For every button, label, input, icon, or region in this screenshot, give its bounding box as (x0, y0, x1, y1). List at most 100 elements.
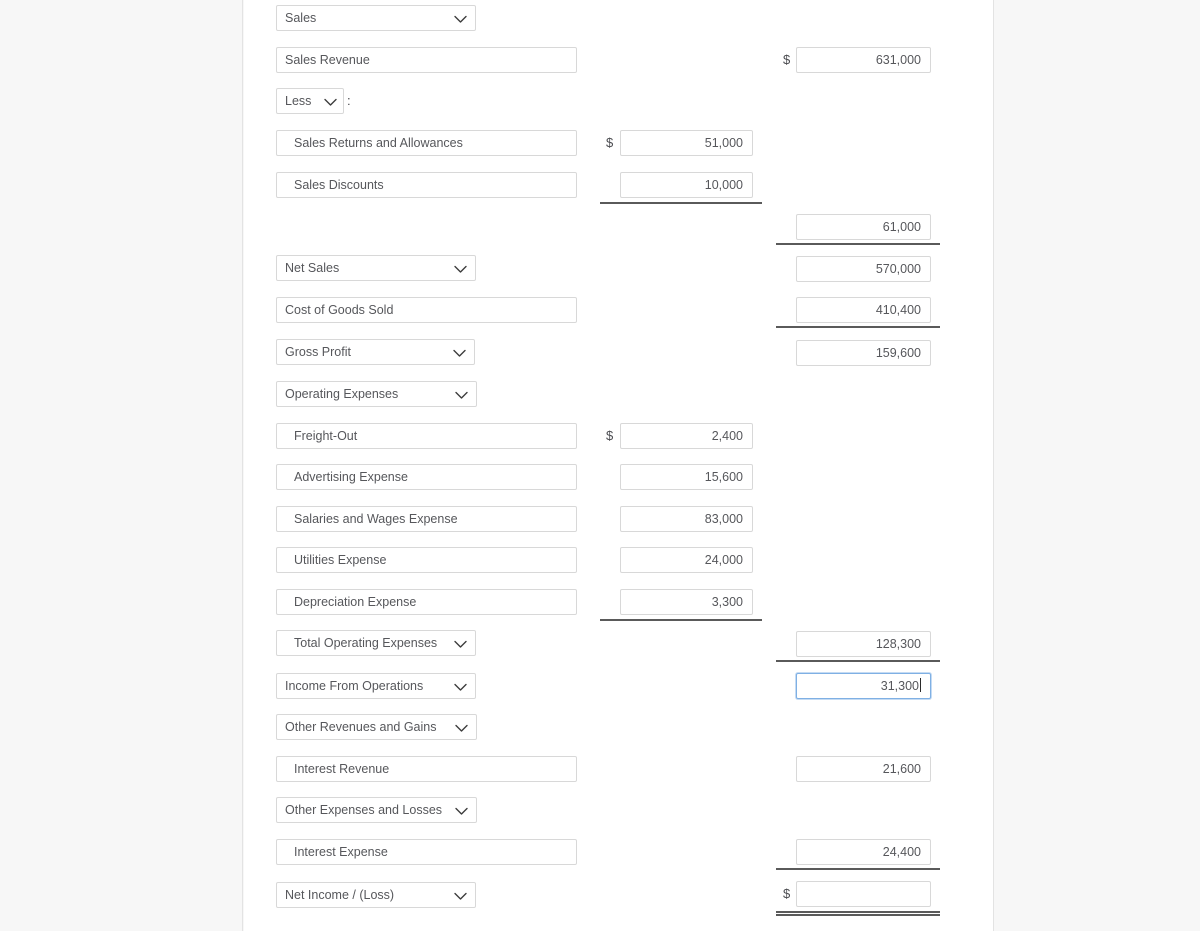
account-advertising-expense[interactable]: Advertising Expense (276, 464, 577, 490)
amount-sales-revenue-value: 631,000 (875, 53, 921, 67)
text-cursor (920, 678, 921, 692)
amount-income-from-operations[interactable]: 31,300 (796, 673, 931, 699)
account-depreciation-expense[interactable]: Depreciation Expense (276, 589, 577, 615)
account-cost-of-goods-sold[interactable]: Cost of Goods Sold (276, 297, 577, 323)
amount-cost-of-goods-sold[interactable]: 410,400 (796, 297, 931, 323)
select-sales-header[interactable]: Sales (276, 5, 476, 31)
chevron-down-icon (454, 798, 468, 822)
select-operating-expenses[interactable]: Operating Expenses (276, 381, 477, 407)
amount-total-sales-deductions-value: 61,000 (882, 220, 921, 234)
worksheet-panel: Sales Sales Revenue $ 631,000 Less : Sal… (244, 0, 993, 931)
subtotal-rule-gross-profit (776, 326, 940, 328)
select-gross-profit[interactable]: Gross Profit (276, 339, 475, 365)
amount-gross-profit-value: 159,600 (875, 346, 921, 360)
chevron-down-icon (453, 256, 467, 280)
subtotal-rule-net-income (776, 868, 940, 870)
amount-sales-discounts-value: 10,000 (704, 178, 743, 192)
dollar-sign-net-income: $ (783, 886, 791, 901)
select-income-from-operations-label: Income From Operations (285, 679, 424, 693)
subtotal-rule-net-sales (776, 243, 940, 245)
amount-interest-expense-value: 24,400 (882, 845, 921, 859)
select-net-income-label: Net Income / (Loss) (285, 888, 395, 902)
amount-cost-of-goods-sold-value: 410,400 (875, 303, 921, 317)
dollar-sign-freight-out: $ (606, 428, 614, 443)
amount-net-sales[interactable]: 570,000 (796, 256, 931, 282)
amount-freight-out-value: 2,400 (711, 429, 743, 443)
amount-sales-revenue[interactable]: 631,000 (796, 47, 931, 73)
amount-sales-returns-value: 51,000 (704, 136, 743, 150)
chevron-down-icon (323, 89, 337, 113)
account-sales-discounts[interactable]: Sales Discounts (276, 172, 577, 198)
select-other-expenses-and-losses-label: Other Expenses and Losses (285, 803, 443, 817)
amount-interest-expense[interactable]: 24,400 (796, 839, 931, 865)
account-freight-out[interactable]: Freight-Out (276, 423, 577, 449)
account-cost-of-goods-sold-label: Cost of Goods Sold (285, 303, 394, 317)
select-income-from-operations[interactable]: Income From Operations (276, 673, 476, 699)
amount-depreciation-expense[interactable]: 3,300 (620, 589, 753, 615)
amount-sales-discounts[interactable]: 10,000 (620, 172, 753, 198)
select-less[interactable]: Less (276, 88, 344, 114)
select-other-expenses-and-losses[interactable]: Other Expenses and Losses (276, 797, 477, 823)
amount-income-from-operations-value: 31,300 (880, 679, 919, 693)
account-sales-revenue-label: Sales Revenue (285, 53, 370, 67)
amount-advertising-expense-value: 15,600 (704, 470, 743, 484)
account-depreciation-expense-label: Depreciation Expense (294, 595, 417, 609)
amount-total-operating-expenses-value: 128,300 (875, 637, 921, 651)
account-interest-revenue[interactable]: Interest Revenue (276, 756, 577, 782)
chevron-down-icon (453, 631, 467, 655)
amount-utilities-expense-value: 24,000 (704, 553, 743, 567)
income-statement-worksheet: Sales Sales Revenue $ 631,000 Less : Sal… (0, 0, 1200, 931)
chevron-down-icon (454, 715, 468, 739)
chevron-down-icon (454, 382, 468, 406)
subtotal-rule-sales-deductions (600, 202, 762, 204)
account-utilities-expense-label: Utilities Expense (294, 553, 387, 567)
select-gross-profit-label: Gross Profit (285, 345, 351, 359)
account-freight-out-label: Freight-Out (294, 429, 358, 443)
account-salaries-wages-expense[interactable]: Salaries and Wages Expense (276, 506, 577, 532)
amount-interest-revenue-value: 21,600 (882, 762, 921, 776)
amount-utilities-expense[interactable]: 24,000 (620, 547, 753, 573)
select-net-sales[interactable]: Net Sales (276, 255, 476, 281)
account-salaries-wages-expense-label: Salaries and Wages Expense (294, 512, 458, 526)
less-colon: : (347, 93, 351, 108)
right-gutter (993, 0, 1200, 931)
left-gutter (0, 0, 243, 931)
amount-total-operating-expenses[interactable]: 128,300 (796, 631, 931, 657)
amount-sales-returns[interactable]: 51,000 (620, 130, 753, 156)
select-other-revenues-and-gains-label: Other Revenues and Gains (285, 720, 437, 734)
amount-salaries-wages-expense-value: 83,000 (704, 512, 743, 526)
account-sales-discounts-label: Sales Discounts (294, 178, 384, 192)
amount-depreciation-expense-value: 3,300 (711, 595, 743, 609)
total-rule-net-income (776, 911, 940, 916)
amount-gross-profit[interactable]: 159,600 (796, 340, 931, 366)
amount-advertising-expense[interactable]: 15,600 (620, 464, 753, 490)
account-advertising-expense-label: Advertising Expense (294, 470, 408, 484)
account-interest-expense-label: Interest Expense (294, 845, 388, 859)
account-sales-revenue[interactable]: Sales Revenue (276, 47, 577, 73)
account-sales-returns[interactable]: Sales Returns and Allowances (276, 130, 577, 156)
select-other-revenues-and-gains[interactable]: Other Revenues and Gains (276, 714, 477, 740)
amount-total-sales-deductions[interactable]: 61,000 (796, 214, 931, 240)
amount-salaries-wages-expense[interactable]: 83,000 (620, 506, 753, 532)
subtotal-rule-operating-expenses (600, 619, 762, 621)
select-net-income[interactable]: Net Income / (Loss) (276, 882, 476, 908)
dollar-sign-sales-revenue: $ (783, 52, 791, 67)
amount-freight-out[interactable]: 2,400 (620, 423, 753, 449)
chevron-down-icon (453, 6, 467, 30)
amount-interest-revenue[interactable]: 21,600 (796, 756, 931, 782)
select-sales-header-label: Sales (285, 11, 317, 25)
account-utilities-expense[interactable]: Utilities Expense (276, 547, 577, 573)
dollar-sign-sales-returns: $ (606, 135, 614, 150)
chevron-down-icon (452, 340, 466, 364)
account-interest-expense[interactable]: Interest Expense (276, 839, 577, 865)
select-total-operating-expenses[interactable]: Total Operating Expenses (276, 630, 476, 656)
amount-net-sales-value: 570,000 (875, 262, 921, 276)
account-interest-revenue-label: Interest Revenue (294, 762, 390, 776)
chevron-down-icon (453, 674, 467, 698)
chevron-down-icon (453, 883, 467, 907)
account-sales-returns-label: Sales Returns and Allowances (294, 136, 463, 150)
select-net-sales-label: Net Sales (285, 261, 340, 275)
select-total-operating-expenses-label: Total Operating Expenses (294, 636, 438, 650)
select-less-label: Less (285, 94, 312, 108)
amount-net-income[interactable] (796, 881, 931, 907)
